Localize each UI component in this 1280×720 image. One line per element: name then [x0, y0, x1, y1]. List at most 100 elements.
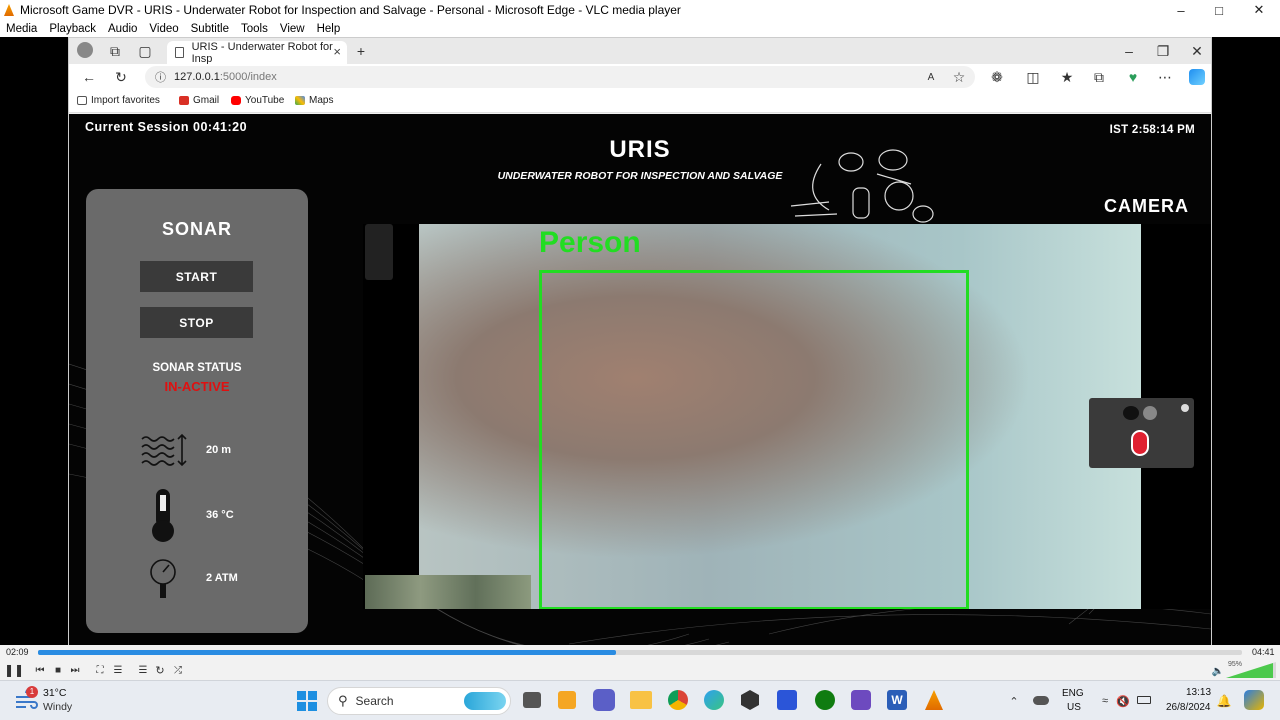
- task-view-icon[interactable]: [523, 692, 541, 708]
- menu-help[interactable]: Help: [311, 23, 347, 35]
- total-time: 04:41: [1252, 647, 1275, 657]
- weather-badge: 1: [26, 686, 38, 698]
- robot-sketch-logo: [790, 149, 934, 223]
- favorite-import[interactable]: Import favorites: [77, 95, 160, 106]
- edge-close-icon[interactable]: ✕: [1189, 43, 1205, 59]
- store-icon[interactable]: [558, 691, 576, 709]
- more-icon[interactable]: ⋯: [1157, 69, 1173, 85]
- url-field[interactable]: ⓘ 127.0.0.1 :5000/index A ☆: [145, 66, 975, 88]
- stop-icon[interactable]: ■: [50, 662, 66, 678]
- menu-media[interactable]: Media: [0, 23, 43, 35]
- menu-video[interactable]: Video: [143, 23, 184, 35]
- tab-uris[interactable]: URIS - Underwater Robot for Insp ×: [167, 41, 347, 65]
- sonar-start-button[interactable]: START: [140, 261, 253, 292]
- onedrive-icon[interactable]: [1033, 696, 1049, 705]
- obs-icon[interactable]: [851, 690, 871, 710]
- sonar-status-value: IN-ACTIVE: [164, 379, 230, 394]
- notification-bell-icon[interactable]: 🔔: [1216, 693, 1232, 709]
- search-highlight-icon: [464, 692, 506, 710]
- language[interactable]: ENG: [1062, 688, 1084, 699]
- new-tab-icon[interactable]: +: [353, 43, 369, 59]
- clock-time[interactable]: 13:13: [1186, 687, 1211, 698]
- menu-tools[interactable]: Tools: [235, 23, 274, 35]
- edge-icon[interactable]: [704, 690, 724, 710]
- copilot-icon[interactable]: [1189, 69, 1205, 85]
- menu-playback[interactable]: Playback: [43, 23, 102, 35]
- session-timer: Current Session 00:41:20: [85, 120, 248, 134]
- record-icon[interactable]: [1131, 430, 1149, 456]
- favorites-icon[interactable]: ★: [1059, 69, 1075, 85]
- feed-side-toolbar[interactable]: [365, 224, 393, 280]
- profile-icon[interactable]: [77, 42, 93, 58]
- vlc-controls: ❚❚ ⏮ ■ ⏭ ⛶ ☰ ☰ ↻ ⤮ 🔈 95%: [0, 660, 1280, 680]
- vscode-icon[interactable]: [777, 690, 797, 710]
- close-icon[interactable]: ✕: [1240, 0, 1278, 20]
- sonar-stop-button[interactable]: STOP: [140, 307, 253, 338]
- back-icon[interactable]: ←: [81, 69, 97, 85]
- camera-toggle-icon[interactable]: [1123, 406, 1139, 420]
- address-bar-row: ← ↻ ⓘ 127.0.0.1 :5000/index A ☆ ❁ ◫ ★ ⧉ …: [69, 64, 1211, 91]
- menu-subtitle[interactable]: Subtitle: [185, 23, 235, 35]
- workspaces-icon[interactable]: ⧉: [107, 43, 123, 59]
- pause-icon[interactable]: ❚❚: [4, 662, 24, 678]
- favorite-youtube[interactable]: YouTube: [231, 95, 284, 106]
- favorite-maps-label: Maps: [309, 95, 334, 106]
- seek-bar[interactable]: [38, 650, 1242, 655]
- playlist-icon[interactable]: ☰: [135, 662, 151, 678]
- chrome-icon[interactable]: [668, 690, 688, 710]
- tab-close-icon[interactable]: ×: [333, 44, 341, 59]
- next-icon[interactable]: ⏭: [67, 662, 83, 678]
- copilot-taskbar-icon[interactable]: [1244, 690, 1264, 710]
- tray-chevron-icon[interactable]: ⌃: [1006, 693, 1022, 709]
- youtube-icon: [231, 96, 241, 105]
- pressure-value: 2 ATM: [206, 572, 238, 584]
- site-info-icon[interactable]: ⓘ: [155, 69, 166, 85]
- camera-left-margin: [363, 224, 419, 609]
- tab-strip: ⧉ ▢ URIS - Underwater Robot for Insp × +…: [69, 38, 1211, 65]
- browser-essentials-icon[interactable]: ♥: [1125, 69, 1141, 85]
- xbox-icon[interactable]: [815, 690, 835, 710]
- favorite-star-icon[interactable]: ☆: [951, 69, 967, 85]
- battery-icon[interactable]: [1137, 696, 1151, 704]
- vlc-menu-bar: Media Playback Audio Video Subtitle Tool…: [0, 20, 1280, 37]
- page-subtitle: UNDERWATER ROBOT FOR INSPECTION AND SALV…: [497, 170, 783, 182]
- volume-icon[interactable]: 🔈: [1210, 663, 1226, 679]
- weather-temp[interactable]: 31°C: [43, 687, 66, 699]
- teams-icon[interactable]: [593, 689, 615, 711]
- edge-maximize-icon[interactable]: ❐: [1155, 43, 1171, 59]
- fullscreen-icon[interactable]: ⛶: [92, 662, 108, 678]
- elapsed-time: 02:09: [6, 647, 29, 657]
- taskbar-search[interactable]: ⚲ Search: [327, 687, 511, 715]
- previous-icon[interactable]: ⏮: [32, 662, 48, 678]
- favorite-gmail[interactable]: Gmail: [179, 95, 219, 106]
- widget-settings-icon[interactable]: [1181, 404, 1189, 412]
- wifi-icon[interactable]: ≈: [1097, 693, 1113, 709]
- refresh-icon[interactable]: ↻: [113, 69, 129, 85]
- unity-icon[interactable]: [741, 690, 759, 710]
- vlc-taskbar-icon[interactable]: [925, 690, 943, 710]
- clock-date[interactable]: 26/8/2024: [1166, 702, 1211, 713]
- url-host: 127.0.0.1: [174, 71, 220, 83]
- shuffle-icon[interactable]: ⤮: [170, 662, 186, 678]
- extended-settings-icon[interactable]: ☰: [110, 662, 126, 678]
- camera-control-widget[interactable]: [1089, 398, 1194, 468]
- collections-icon[interactable]: ⧉: [1091, 69, 1107, 85]
- menu-audio[interactable]: Audio: [102, 23, 143, 35]
- start-icon[interactable]: [297, 691, 317, 711]
- maximize-icon[interactable]: □: [1200, 0, 1238, 20]
- minimize-icon[interactable]: –: [1162, 0, 1200, 20]
- loop-icon[interactable]: ↻: [152, 662, 168, 678]
- weather-desc[interactable]: Windy: [43, 701, 72, 713]
- extensions-icon[interactable]: ❁: [989, 69, 1005, 85]
- word-icon[interactable]: W: [887, 690, 907, 710]
- file-explorer-icon[interactable]: [630, 691, 652, 709]
- menu-view[interactable]: View: [274, 23, 311, 35]
- favorite-maps[interactable]: Maps: [295, 95, 333, 106]
- region[interactable]: US: [1067, 702, 1081, 713]
- snapshot-icon[interactable]: [1143, 406, 1157, 420]
- read-aloud-icon[interactable]: A: [923, 69, 939, 85]
- split-screen-icon[interactable]: ◫: [1025, 69, 1041, 85]
- tab-actions-icon[interactable]: ▢: [137, 43, 153, 59]
- speaker-muted-icon[interactable]: 🔇: [1115, 693, 1131, 709]
- edge-minimize-icon[interactable]: –: [1121, 43, 1137, 59]
